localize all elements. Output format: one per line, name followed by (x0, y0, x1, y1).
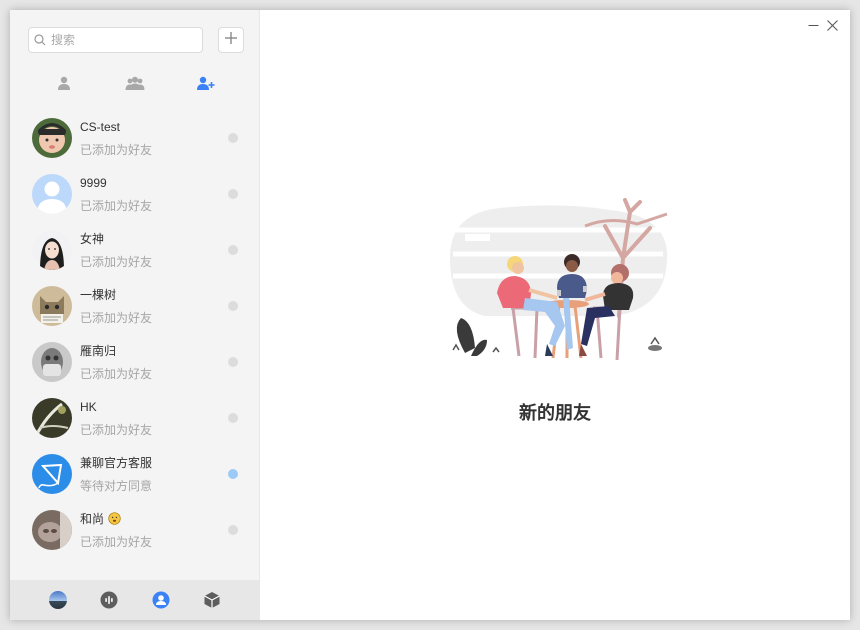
page-title: 新的朋友 (519, 403, 591, 423)
friend-status: 已添加为好友 (80, 310, 153, 325)
add-friend-icon (197, 76, 215, 95)
app-window: CS-test 已添加为好友 9999 已添加为好友 (10, 10, 850, 620)
list-item[interactable]: 和尚 已添加为好友 (10, 502, 260, 558)
friend-name: 兼聊官方客服 (80, 455, 153, 470)
nav-apps[interactable] (200, 588, 224, 612)
status-dot (228, 357, 238, 367)
friend-request-list: CS-test 已添加为好友 9999 已添加为好友 女神 已添加为好友 一棵树… (10, 110, 260, 558)
friend-name: 9999 (80, 175, 107, 190)
close-icon (826, 19, 838, 31)
friend-name-text: 和尚 (80, 511, 105, 526)
status-dot (228, 133, 238, 143)
friend-status: 等待对方同意 (80, 478, 153, 493)
plus-icon (224, 31, 238, 50)
main-panel: 新的朋友 (260, 10, 850, 620)
status-dot (228, 469, 238, 479)
minimize-icon (808, 24, 818, 26)
close-button[interactable] (825, 18, 839, 32)
contact-icon (57, 76, 71, 95)
status-dot (228, 245, 238, 255)
avatar (32, 286, 72, 326)
nav-profile-avatar[interactable] (46, 588, 70, 612)
chat-icon (100, 591, 118, 609)
avatar (32, 454, 72, 494)
tab-contacts[interactable] (29, 73, 99, 97)
search-input[interactable] (51, 33, 196, 47)
avatar (32, 398, 72, 438)
avatar (32, 174, 72, 214)
list-item[interactable]: CS-test 已添加为好友 (10, 110, 260, 166)
contacts-icon (152, 591, 170, 609)
status-dot (228, 189, 238, 199)
user-avatar-icon (48, 591, 67, 609)
emoji-icon (108, 512, 121, 525)
nav-chat[interactable] (97, 588, 121, 612)
friend-name: CS-test (80, 119, 121, 134)
group-icon (125, 76, 145, 95)
list-item[interactable]: 兼聊官方客服 等待对方同意 (10, 446, 260, 502)
nav-contacts[interactable] (149, 588, 173, 612)
friend-name: 和尚 (80, 511, 152, 527)
contact-tabs (10, 73, 260, 97)
avatar (32, 230, 72, 270)
friend-status: 已添加为好友 (80, 422, 153, 437)
sidebar: CS-test 已添加为好友 9999 已添加为好友 (10, 10, 260, 620)
friend-name: HK (80, 399, 97, 414)
friend-status: 已添加为好友 (80, 254, 153, 269)
friend-status: 已添加为好友 (80, 534, 153, 549)
friend-status: 已添加为好友 (80, 366, 153, 381)
list-item[interactable]: 女神 已添加为好友 (10, 222, 260, 278)
status-dot (228, 525, 238, 535)
friend-name: 女神 (80, 231, 105, 246)
friend-name: 雁南归 (80, 343, 117, 358)
search-icon (29, 34, 51, 46)
list-item[interactable]: 一棵树 已添加为好友 (10, 278, 260, 334)
avatar (32, 342, 72, 382)
bottom-nav (10, 580, 260, 620)
list-item[interactable]: HK 已添加为好友 (10, 390, 260, 446)
search-box[interactable] (28, 27, 203, 53)
list-item[interactable]: 雁南归 已添加为好友 (10, 334, 260, 390)
tab-groups[interactable] (100, 73, 170, 97)
add-button[interactable] (218, 27, 244, 53)
status-dot (228, 413, 238, 423)
cube-icon (204, 592, 221, 608)
friend-name: 一棵树 (80, 287, 117, 302)
friend-status: 已添加为好友 (80, 142, 153, 157)
status-dot (228, 301, 238, 311)
avatar (32, 510, 72, 550)
friend-status: 已添加为好友 (80, 198, 153, 213)
tab-new-friends[interactable] (171, 73, 241, 97)
friends-illustration (445, 198, 670, 368)
minimize-button[interactable] (806, 18, 820, 32)
avatar (32, 118, 72, 158)
list-item[interactable]: 9999 已添加为好友 (10, 166, 260, 222)
